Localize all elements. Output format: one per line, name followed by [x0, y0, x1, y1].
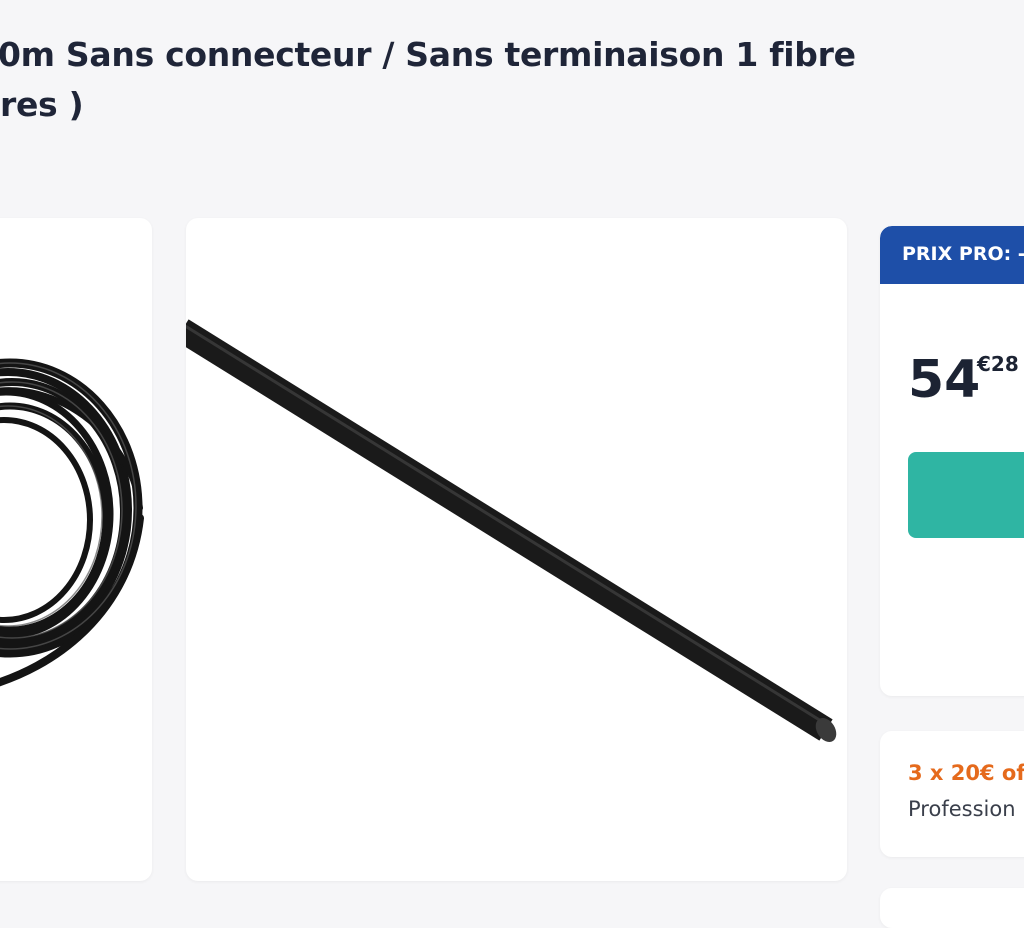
product-title: 0m Sans connecteur / Sans terminaison 1 …: [0, 30, 900, 130]
product-thumbnail-1[interactable]: [0, 218, 152, 881]
add-to-cart-button[interactable]: [908, 452, 1024, 538]
price-integer: 54: [908, 350, 981, 410]
product-title-line-2: res ): [0, 85, 84, 124]
offer-card[interactable]: 3 x 20€ of Profession: [880, 731, 1024, 857]
pricing-card: PRIX PRO: - 54 €28: [880, 226, 1024, 696]
pro-price-label: PRIX PRO: -: [902, 243, 1024, 265]
coiled-cable-image: [0, 358, 144, 687]
next-card: [880, 888, 1024, 928]
product-main-image[interactable]: [186, 218, 847, 881]
offer-title: 3 x 20€ of: [908, 761, 1024, 785]
straight-cable-image: [186, 319, 837, 743]
offer-subtitle: Profession: [908, 797, 1016, 821]
price-cents: €28: [977, 352, 1019, 376]
product-title-line-1: 0m Sans connecteur / Sans terminaison 1 …: [0, 35, 856, 74]
pro-price-header: PRIX PRO: -: [880, 226, 1024, 284]
